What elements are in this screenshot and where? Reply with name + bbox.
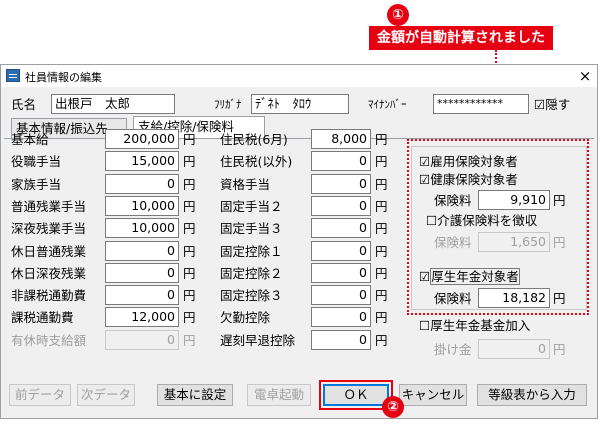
deduction-item-label: 欠勤控除 [220,310,271,326]
pension-fund-label: 厚生年金基金加入 [430,318,531,333]
pay-item-label: 休日深夜残業 [11,265,87,281]
pay-item-label: 基本給 [11,132,49,147]
prev-data-button[interactable]: 前データ [9,384,71,406]
app-window-icon [6,69,20,82]
pay-item-label: 有休時支給額 [11,332,87,348]
pay-item-amount-field[interactable]: 12,000 [105,307,179,328]
callout-number-1: ① [387,4,409,26]
name-field[interactable]: 出根戸 太郎 [51,94,175,114]
pay-item-label: 役職手当 [11,154,62,170]
pay-item-label: 非課税通勤費 [11,288,87,304]
yen-unit-label: 円 [375,198,388,214]
pay-item-amount-field[interactable]: 10,000 [105,195,179,216]
name-label: 氏名 [11,97,37,112]
pay-item-amount-field: 0 [105,329,179,350]
deduction-item-amount-field[interactable]: 0 [311,285,371,306]
deduction-item-label: 固定手当３ [220,221,283,237]
deduction-item-label: 固定手当２ [220,198,283,214]
deduction-item-amount-field[interactable]: 0 [311,173,371,194]
yen-unit-label: 円 [183,132,196,147]
employee-edit-dialog: 社員情報の編集 × 氏名 出根戸 太郎 ﾌﾘｶﾞﾅ ﾃﾞﾈﾄ ﾀﾛｳ ﾏｲﾅﾝﾊ… [0,64,598,419]
yen-unit-label: 円 [183,288,196,304]
callout-auto-calculated-banner: 金額が自動計算されました [369,26,553,50]
yen-unit-label: 円 [375,310,388,326]
window-title: 社員情報の編集 [25,71,102,84]
dialog-body: 氏名 出根戸 太郎 ﾌﾘｶﾞﾅ ﾃﾞﾈﾄ ﾀﾛｳ ﾏｲﾅﾝﾊﾞｰ *******… [1,87,597,418]
deduction-item-label: 固定控除２ [220,265,283,281]
deduction-item-amount-field[interactable]: 0 [311,307,371,328]
deduction-item-amount-field[interactable]: 0 [311,151,371,172]
hide-label: 隠す [545,97,571,112]
pay-item-amount-field[interactable]: 0 [105,285,179,306]
pay-item-amount-field[interactable]: 200,000 [105,129,179,149]
deduction-item-amount-field[interactable]: 8,000 [311,129,371,149]
close-icon[interactable]: × [575,66,595,86]
furigana-label: ﾌﾘｶﾞﾅ [214,98,242,111]
deduction-item-amount-field[interactable]: 0 [311,218,371,239]
yen-unit-label: 円 [375,332,388,348]
yen-unit-label: 円 [183,221,196,237]
fund-amount-field: 0 [478,339,550,359]
deduction-item-amount-field[interactable]: 0 [311,240,371,261]
pay-item-amount-field[interactable]: 0 [105,173,179,194]
yen-unit-label: 円 [183,332,196,348]
deduction-item-label: 住民税(以外) [220,154,293,170]
deduction-item-amount-field[interactable]: 0 [311,329,371,350]
yen-unit-label: 円 [183,265,196,281]
deduction-item-amount-field[interactable]: 0 [311,262,371,283]
fund-amount-label: 掛け金 [434,342,472,357]
callout-number-2: ② [382,396,404,418]
deduction-item-label: 住民税(6月) [220,132,288,147]
yen-unit-label: 円 [183,176,196,192]
set-default-button[interactable]: 基本に設定 [157,384,233,406]
grade-table-input-button[interactable]: 等級表から入力 [477,384,587,406]
deduction-item-label: 固定控除３ [220,288,283,304]
yen-unit-label: 円 [375,221,388,237]
yen-unit-label: 円 [183,198,196,214]
pay-item-label: 休日普通残業 [11,243,87,259]
yen-unit-label: 円 [375,243,388,259]
pay-item-label: 家族手当 [11,176,62,192]
yen-unit-label: 円 [183,243,196,259]
pay-item-label: 深夜残業手当 [11,221,87,237]
yen-unit-label: 円 [375,288,388,304]
yen-unit-label: 円 [375,154,388,170]
pay-item-label: 普通残業手当 [11,198,87,214]
deduction-item-label: 固定控除１ [220,243,283,259]
deduction-item-label: 遅刻早退控除 [220,332,296,348]
pension-fund-checkbox-mark[interactable]: ☐ [419,318,430,333]
mynumber-label: ﾏｲﾅﾝﾊﾞｰ [368,98,407,111]
yen-unit-label: 円 [183,154,196,170]
pay-item-amount-field[interactable]: 0 [105,240,179,261]
calculator-button[interactable]: 電卓起動 [247,384,311,406]
yen-unit-label: 円 [375,176,388,192]
fund-amount-yen: 円 [553,342,566,357]
pay-item-amount-field[interactable]: 0 [105,262,179,283]
deduction-item-amount-field[interactable]: 0 [311,195,371,216]
furigana-field[interactable]: ﾃﾞﾈﾄ ﾀﾛｳ [251,94,349,114]
title-bar: 社員情報の編集 × [1,65,597,87]
pension-fund-checkbox[interactable]: ☐厚生年金基金加入 [419,317,530,335]
pay-item-amount-field[interactable]: 15,000 [105,151,179,172]
next-data-button[interactable]: 次データ [77,384,135,406]
mynumber-field[interactable]: ************ [433,94,529,114]
hide-checkbox-mark[interactable]: ☑ [534,97,545,112]
pay-item-label: 課税通勤費 [11,310,74,326]
yen-unit-label: 円 [375,132,388,147]
auto-calculated-highlight [407,139,589,315]
hide-mynumber-checkbox[interactable]: ☑隠す [534,96,570,114]
deduction-item-label: 資格手当 [220,176,271,192]
yen-unit-label: 円 [375,265,388,281]
yen-unit-label: 円 [183,310,196,326]
cancel-button[interactable]: キャンセル [399,384,467,406]
pay-item-amount-field[interactable]: 10,000 [105,218,179,239]
